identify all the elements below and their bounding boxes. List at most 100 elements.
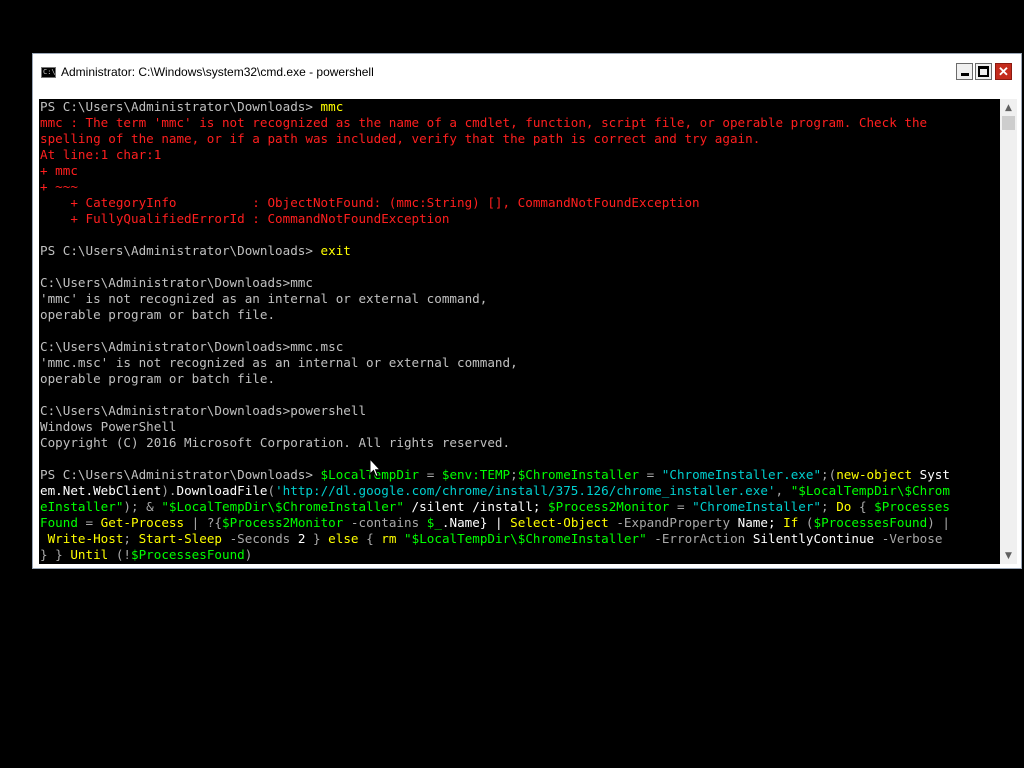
console-line: mmc : The term 'mmc' is not recognized a… [40,115,950,131]
maximize-button[interactable] [975,63,992,80]
console-text: C:\Users\Administrator\Downloads>mmc.msc [40,339,344,354]
console-text: .Name} | [441,515,511,530]
console-text: Windows PowerShell [40,419,177,434]
console-text: -Verbose [874,531,943,546]
console-line: C:\Users\Administrator\Downloads>mmc [40,275,950,291]
console-line: PS C:\Users\Administrator\Downloads> mmc [40,99,950,115]
console-text: 'mmc.msc' is not recognized as an intern… [40,355,518,370]
console-line: operable program or batch file. [40,371,950,387]
console-text: C:\Users\Administrator\Downloads>powersh… [40,403,367,418]
vertical-scrollbar[interactable]: ▲ ▼ [1000,99,1017,564]
console-line: PS C:\Users\Administrator\Downloads> exi… [40,243,950,259]
console-text: ) [244,547,253,562]
console-text: } [305,531,329,546]
console-text: PS C:\Users\Administrator\Downloads> [40,99,321,114]
console-lines: PS C:\Users\Administrator\Downloads> mmc… [40,99,950,563]
console-output[interactable]: PS C:\Users\Administrator\Downloads> mmc… [39,99,1000,564]
mouse-pointer-icon [369,458,381,478]
console-text: ;( [821,467,837,482]
console-text: = [639,467,662,482]
console-text: ( [267,483,276,498]
console-text: $ProcessesFound [813,515,928,530]
console-text: "ChromeInstaller.exe" [661,467,822,482]
console-text: + FullyQualifiedErrorId : CommandNotFoun… [40,211,450,226]
console-text: Select-Object [510,515,609,530]
console-text: DownloadFile [176,483,268,498]
console-text: + ~~~ [40,179,78,194]
console-text: ) | [927,515,950,530]
console-text: Found [40,515,78,530]
console-line: At line:1 char:1 [40,147,950,163]
console-text: ; [123,531,139,546]
console-text: $ChromeInstaller [517,467,640,482]
console-line: em.Net.WebClient).DownloadFile('http://d… [40,483,950,499]
console-text: Start-Sleep [138,531,222,546]
console-text: } } [40,547,71,562]
console-text: ; [510,467,518,482]
console-text: em.Net.WebClient [40,483,162,498]
console-text: = [77,515,101,530]
console-text: /silent /install; [403,499,549,514]
console-text: Do [836,499,852,514]
minimize-button[interactable] [956,63,973,80]
console-text: operable program or batch file. [40,307,276,322]
console-text: "ChromeInstaller" [692,499,822,514]
console-line: + FullyQualifiedErrorId : CommandNotFoun… [40,211,950,227]
console-line: + CategoryInfo : ObjectNotFound: (mmc:St… [40,195,950,211]
console-line: C:\Users\Administrator\Downloads>powersh… [40,403,950,419]
console-text: -Seconds [222,531,298,546]
console-line: Found = Get-Process | ?{$Process2Monitor… [40,515,950,531]
console-line: 'mmc' is not recognized as an internal o… [40,291,950,307]
scroll-down-icon[interactable]: ▼ [1000,547,1017,564]
console-text: If [783,515,799,530]
window-title: Administrator: C:\Windows\system32\cmd.e… [61,65,374,79]
console-text: "$LocalTempDir\$ChromeInstaller" [404,531,647,546]
console-text: 'http://dl.google.com/chrome/install/375… [275,483,776,498]
maximize-icon [978,66,989,77]
console-text: ); & [123,499,162,514]
console-text: $ProcessesFound [131,547,245,562]
console-text: new-object [836,467,913,482]
close-icon: ✕ [998,64,1009,79]
console-text: Copyright (C) 2016 Microsoft Corporation… [40,435,511,450]
console-text: Get-Process [100,515,185,530]
console-text: Until [70,547,109,562]
console-text: operable program or batch file. [40,371,276,386]
console-text: Syst [912,467,950,482]
console-text: $_ [426,515,442,530]
console-text: $Process2Monitor [548,499,670,514]
console-line: + ~~~ [40,179,950,195]
console-line: Write-Host; Start-Sleep -Seconds 2 } els… [40,531,950,547]
console-line: 'mmc.msc' is not recognized as an intern… [40,355,950,371]
console-text: spelling of the name, or if a path was i… [40,131,761,146]
console-text: mmc : The term 'mmc' is not recognized a… [40,115,928,130]
console-line: } } Until (!$ProcessesFound) [40,547,950,563]
title-bar[interactable]: C:\ Administrator: C:\Windows\system32\c… [33,54,1021,89]
console-text: = [419,467,442,482]
console-text: PS C:\Users\Administrator\Downloads> [40,467,321,482]
scrollbar-thumb[interactable] [1002,116,1015,130]
console-text: C:\Users\Administrator\Downloads>mmc [40,275,313,290]
minimize-icon [960,73,969,76]
console-text: Name; [737,515,784,530]
console-text: PS C:\Users\Administrator\Downloads> [40,243,321,258]
console-text: eInstaller" [40,499,124,514]
scroll-up-icon[interactable]: ▲ [1000,99,1017,116]
console-text: (! [108,547,132,562]
console-line: C:\Users\Administrator\Downloads>mmc.msc [40,339,950,355]
console-text: + CategoryInfo : ObjectNotFound: (mmc:St… [40,195,700,210]
console-line: spelling of the name, or if a path was i… [40,131,950,147]
console-text: exit [320,243,351,258]
console-text: = [669,499,693,514]
cmd-app-icon[interactable]: C:\ [41,67,56,78]
console-text: , [775,483,791,498]
console-text: "$LocalTempDir\$ChromeInstaller" [161,499,404,514]
console-line: Copyright (C) 2016 Microsoft Corporation… [40,435,950,451]
console-text: -contains [343,515,427,530]
console-text: rm [381,531,397,546]
close-button[interactable]: ✕ [995,63,1012,80]
